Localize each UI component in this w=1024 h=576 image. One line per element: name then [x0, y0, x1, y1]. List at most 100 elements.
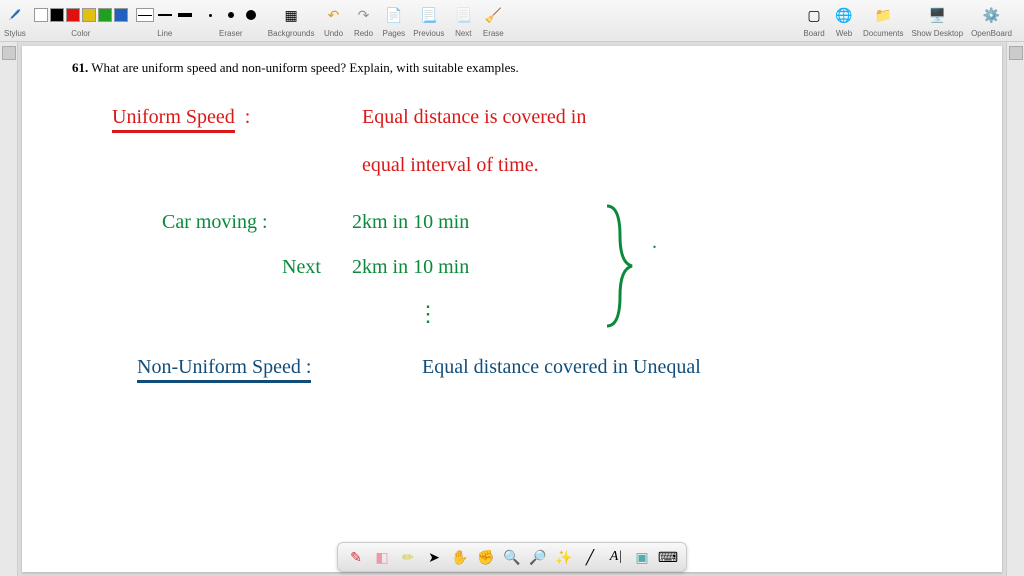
hw-uniform-def2: equal interval of time.	[362, 154, 539, 177]
pages-tool[interactable]: 📄 Pages	[383, 2, 406, 38]
color-black[interactable]	[50, 8, 64, 22]
tool-eraser[interactable]: ◧	[372, 547, 392, 567]
color-label: Color	[71, 29, 90, 38]
question-text: 61. What are uniform speed and non-unifo…	[72, 60, 519, 76]
line-thick[interactable]	[176, 8, 194, 22]
hw-next: Next	[282, 256, 321, 279]
documents-label: Documents	[863, 29, 903, 38]
previous-icon: 📃	[418, 4, 440, 26]
hw-nonuniform-def: Equal distance covered in Unequal	[422, 356, 701, 379]
left-tab-icon[interactable]	[2, 46, 16, 60]
desktop-icon: 🖥️	[926, 4, 948, 26]
bottom-toolbar: ✎ ◧ ✏ ➤ ✋ ✊ 🔍 🔎 ✨ ╱ A| ▣ ⌨	[337, 542, 687, 572]
tool-pointer[interactable]: ➤	[424, 547, 444, 567]
hand-icon: ✋	[451, 549, 468, 566]
color-picker[interactable]: Color	[34, 2, 128, 38]
keyboard-icon: ⌨	[658, 549, 678, 566]
openboard-menu[interactable]: ⚙️ OpenBoard	[971, 2, 1012, 38]
board-icon: ▢	[803, 4, 825, 26]
undo-icon: ↶	[323, 4, 345, 26]
pages-label: Pages	[383, 29, 406, 38]
grab-icon: ✊	[477, 549, 494, 566]
capture-icon: ▣	[635, 549, 648, 566]
hw-nonuniform-underline: Non-Uniform Speed :	[137, 356, 311, 383]
show-desktop-label: Show Desktop	[911, 29, 963, 38]
whiteboard-canvas[interactable]: 61. What are uniform speed and non-unifo…	[22, 46, 1002, 572]
erase-label: Erase	[483, 29, 504, 38]
pen-icon: 🖊️	[9, 10, 21, 21]
next-icon: 📃	[452, 4, 474, 26]
web-tool[interactable]: 🌐 Web	[833, 2, 855, 38]
redo-tool[interactable]: ↷ Redo	[353, 2, 375, 38]
openboard-label: OpenBoard	[971, 29, 1012, 38]
globe-icon: 🌐	[833, 4, 855, 26]
undo-label: Undo	[324, 29, 343, 38]
eraser-size[interactable]: Eraser	[202, 2, 260, 38]
zoom-in-icon: 🔍	[503, 549, 520, 566]
color-red[interactable]	[66, 8, 80, 22]
eraser-label: Eraser	[219, 29, 243, 38]
stylus-tool[interactable]: 🖊️ Stylus	[4, 2, 26, 38]
hw-nonuniform-title: Non-Uniform Speed :	[137, 356, 311, 379]
tool-grab[interactable]: ✊	[476, 547, 496, 567]
tool-capture[interactable]: ▣	[632, 547, 652, 567]
tool-zoom-out[interactable]: 🔎	[528, 547, 548, 567]
question-number: 61.	[72, 60, 88, 75]
tool-line[interactable]: ╱	[580, 547, 600, 567]
line-med[interactable]	[156, 8, 174, 22]
web-label: Web	[836, 29, 852, 38]
tool-marker[interactable]: ✏	[398, 547, 418, 567]
redo-label: Redo	[354, 29, 373, 38]
tool-keyboard[interactable]: ⌨	[658, 547, 678, 567]
backgrounds-tool[interactable]: ▦ Backgrounds	[268, 2, 315, 38]
left-strip[interactable]	[0, 42, 18, 576]
color-blue[interactable]	[114, 8, 128, 22]
erase-tool[interactable]: 🧹 Erase	[482, 2, 504, 38]
hw-brace-dot: .	[652, 231, 657, 254]
hw-car-line2: 2km in 10 min	[352, 256, 469, 279]
right-tab-icon[interactable]	[1009, 46, 1023, 60]
eraser-small[interactable]	[202, 8, 220, 22]
redo-icon: ↷	[353, 4, 375, 26]
hw-uniform-def1: Equal distance is covered in	[362, 106, 586, 129]
documents-tool[interactable]: 📁 Documents	[863, 2, 903, 38]
board-tool[interactable]: ▢ Board	[803, 2, 825, 38]
right-strip[interactable]	[1006, 42, 1024, 576]
tool-pen[interactable]: ✎	[346, 547, 366, 567]
hw-uniform-title: Uniform Speed :	[112, 106, 250, 129]
line-label: Line	[157, 29, 172, 38]
top-toolbar: 🖊️ Stylus Color Line Eraser ▦ Backgro	[0, 0, 1024, 42]
text-icon: A|	[610, 549, 622, 565]
line-icon: ╱	[586, 549, 594, 566]
undo-tool[interactable]: ↶ Undo	[323, 2, 345, 38]
laser-icon: ✨	[555, 549, 572, 566]
hw-uniform-underline: Uniform Speed	[112, 106, 235, 133]
gear-icon: ⚙️	[981, 4, 1003, 26]
color-green[interactable]	[98, 8, 112, 22]
tool-zoom-in[interactable]: 🔍	[502, 547, 522, 567]
eraser-icon: ◧	[375, 549, 388, 566]
hw-dots: ⋮	[417, 301, 439, 327]
line-picker[interactable]: Line	[136, 2, 194, 38]
hw-car-line1: 2km in 10 min	[352, 211, 469, 234]
previous-label: Previous	[413, 29, 444, 38]
new-page-icon: 📄	[383, 4, 405, 26]
color-white[interactable]	[34, 8, 48, 22]
tool-text[interactable]: A|	[606, 547, 626, 567]
next-label: Next	[455, 29, 471, 38]
hw-car-moving: Car moving :	[162, 211, 268, 234]
eraser-large[interactable]	[242, 8, 260, 22]
color-yellow[interactable]	[82, 8, 96, 22]
zoom-out-icon: 🔎	[529, 549, 546, 566]
folder-icon: 📁	[872, 4, 894, 26]
line-thin[interactable]	[136, 8, 154, 22]
show-desktop-tool[interactable]: 🖥️ Show Desktop	[911, 2, 963, 38]
tool-laser[interactable]: ✨	[554, 547, 574, 567]
eraser-med[interactable]	[222, 8, 240, 22]
brace-icon	[602, 201, 642, 331]
grid-icon: ▦	[280, 4, 302, 26]
canvas-area: 61. What are uniform speed and non-unifo…	[0, 42, 1024, 576]
tool-hand[interactable]: ✋	[450, 547, 470, 567]
previous-tool[interactable]: 📃 Previous	[413, 2, 444, 38]
board-label: Board	[803, 29, 824, 38]
